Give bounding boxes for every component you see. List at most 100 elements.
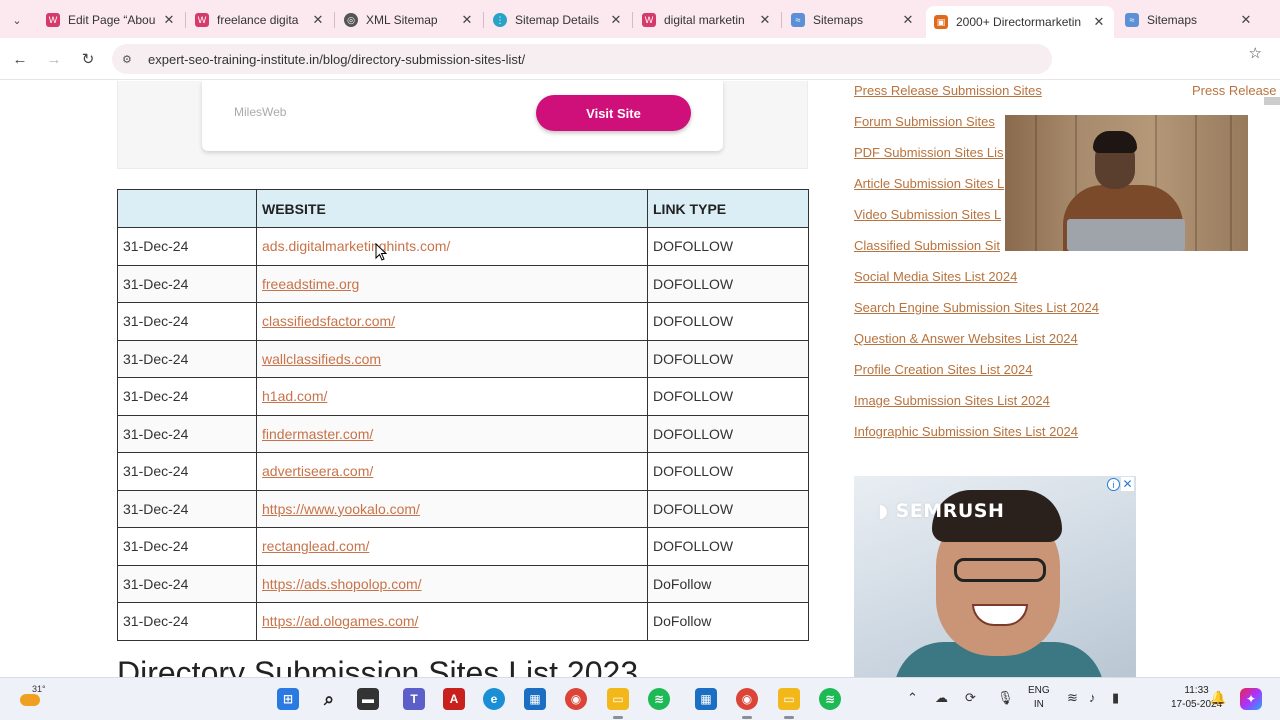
website-link[interactable]: freeadstime.org: [262, 276, 359, 292]
reload-icon[interactable]: ↻: [77, 48, 99, 70]
windows-taskbar: 31° ⊞ ⌕ ▬ T A e ▦ ◉ ▭ ≋ ▦ ◉ ▭ ≋ ⌃ ☁ ⟳ 🎙 …: [0, 677, 1280, 720]
sidebar-link[interactable]: Video Submission Sites L: [854, 207, 1001, 222]
wifi-icon[interactable]: ≋: [1067, 690, 1078, 706]
chrome-icon[interactable]: ◉: [565, 688, 587, 710]
row-link-type: DOFOLLOW: [647, 414, 809, 453]
sidebar-link[interactable]: Infographic Submission Sites List 2024: [854, 424, 1078, 439]
store-icon-2[interactable]: ▦: [695, 688, 717, 710]
tab-sitemaps-1[interactable]: ≈ Sitemaps ✕: [783, 6, 923, 34]
onedrive-icon[interactable]: ☁: [935, 690, 948, 706]
tab-close-icon[interactable]: ✕: [1239, 12, 1253, 28]
sidebar-link[interactable]: Search Engine Submission Sites List 2024: [854, 300, 1099, 315]
website-link[interactable]: classifiedsfactor.com/: [262, 313, 395, 329]
sync-icon[interactable]: ⟳: [965, 690, 976, 706]
scrollbar-thumb[interactable]: [1264, 97, 1280, 105]
sidebar-link[interactable]: Article Submission Sites L: [854, 176, 1004, 191]
file-explorer-icon[interactable]: ▭: [607, 688, 629, 710]
ad-brand: MilesWeb: [234, 105, 287, 119]
teams-icon[interactable]: T: [403, 688, 425, 710]
tab-freelance[interactable]: W freelance digita ✕: [187, 6, 333, 34]
row-link-type: DOFOLLOW: [647, 302, 809, 341]
tab-close-icon[interactable]: ✕: [758, 12, 772, 28]
acrobat-icon[interactable]: A: [443, 688, 465, 710]
table-row: 31-Dec-24 https://ad.ologames.com/DoFollo…: [117, 602, 809, 641]
microphone-icon[interactable]: 🎙: [997, 690, 1014, 706]
spotify-icon-2[interactable]: ≋: [819, 688, 841, 710]
tab-close-icon[interactable]: ✕: [1092, 14, 1106, 30]
website-link[interactable]: https://www.yookalo.com/: [262, 501, 420, 517]
file-explorer-icon-2[interactable]: ▭: [778, 688, 800, 710]
battery-icon[interactable]: ▮: [1112, 690, 1119, 706]
row-date: 31-Dec-24: [117, 602, 257, 641]
semrush-ad[interactable]: ◗ SEMRUSH i ✕: [854, 476, 1136, 677]
website-link[interactable]: advertiseera.com/: [262, 463, 373, 479]
website-link[interactable]: https://ads.shopolop.com/: [262, 576, 422, 592]
search-icon[interactable]: ⌕: [318, 688, 340, 710]
sidebar-link[interactable]: Social Media Sites List 2024: [854, 269, 1017, 284]
directory-table: WEBSITE LINK TYPE 31-Dec-24 ads.digitalma…: [117, 189, 809, 641]
store-icon[interactable]: ▦: [524, 688, 546, 710]
edge-link-press-release[interactable]: Press Release: [1192, 83, 1277, 98]
website-link[interactable]: rectanglead.com/: [262, 538, 369, 554]
row-date: 31-Dec-24: [117, 452, 257, 491]
url-text: expert-seo-training-institute.in/blog/di…: [148, 51, 526, 67]
sidebar-link[interactable]: Image Submission Sites List 2024: [854, 393, 1050, 408]
column-header-website: WEBSITE: [256, 189, 648, 228]
tab-edit-page[interactable]: W Edit Page “Abou ✕: [38, 6, 184, 34]
ad-close-icon[interactable]: ✕: [1121, 477, 1134, 491]
tab-sitemaps-2[interactable]: ≈ Sitemaps ✕: [1117, 6, 1261, 34]
weather-widget[interactable]: 31°: [18, 684, 48, 714]
back-arrow-icon[interactable]: ←: [9, 48, 31, 70]
ad-info-icon[interactable]: i: [1107, 478, 1120, 491]
presenter-hair: [1093, 131, 1137, 153]
notification-bell-icon[interactable]: 🔔: [1210, 690, 1226, 706]
tab-search-chevron-icon[interactable]: ⌄: [6, 9, 28, 31]
volume-icon[interactable]: ♪: [1089, 690, 1096, 705]
windows-start-icon[interactable]: ⊞: [277, 688, 299, 710]
sidebar-link[interactable]: Question & Answer Websites List 2024: [854, 331, 1078, 346]
sidebar-link[interactable]: Profile Creation Sites List 2024: [854, 362, 1032, 377]
sidebar-link[interactable]: Press Release Submission Sites: [854, 83, 1042, 98]
site-info-icon[interactable]: ⚙: [122, 53, 136, 66]
website-link[interactable]: findermaster.com/: [262, 426, 373, 442]
tab-close-icon[interactable]: ✕: [162, 12, 176, 28]
url-field[interactable]: ⚙ expert-seo-training-institute.in/blog/…: [112, 44, 1052, 74]
tab-digital-marketing[interactable]: W digital marketin ✕: [634, 6, 780, 34]
row-date: 31-Dec-24: [117, 302, 257, 341]
tab-strip: ⌄ W Edit Page “Abou ✕ W freelance digita…: [0, 0, 1280, 38]
website-link[interactable]: wallclassifieds.com: [262, 351, 381, 367]
laptop: [1067, 219, 1185, 251]
sidebar-link[interactable]: Classified Submission Sit: [854, 238, 1000, 253]
table-row: 31-Dec-24 wallclassifieds.com DOFOLLOW: [117, 339, 809, 378]
tab-close-icon[interactable]: ✕: [460, 12, 474, 28]
tab-close-icon[interactable]: ✕: [609, 12, 623, 28]
visit-site-button[interactable]: Visit Site: [536, 95, 691, 131]
row-website: h1ad.com/: [256, 377, 648, 416]
edge-icon[interactable]: e: [483, 688, 505, 710]
bookmark-star-icon[interactable]: ☆: [1249, 44, 1262, 62]
language-indicator[interactable]: ENG IN: [1028, 684, 1050, 712]
sidebar-link[interactable]: Forum Submission Sites: [854, 114, 995, 129]
tab-directory-active[interactable]: ▣ 2000+ Directormarketin ✕: [926, 6, 1114, 38]
chevron-up-icon[interactable]: ⌃: [907, 690, 918, 706]
spotify-icon[interactable]: ≋: [648, 688, 670, 710]
row-link-type: DoFollow: [647, 564, 809, 603]
tab-xml-sitemap[interactable]: ◎ XML Sitemap ✕: [336, 6, 482, 34]
website-link[interactable]: https://ad.ologames.com/: [262, 613, 418, 629]
table-header-row: WEBSITE LINK TYPE: [117, 189, 809, 228]
sidebar-link[interactable]: PDF Submission Sites Lis: [854, 145, 1004, 160]
tab-close-icon[interactable]: ✕: [311, 12, 325, 28]
row-date: 31-Dec-24: [117, 264, 257, 303]
milesweb-ad: MilesWeb Visit Site: [117, 81, 808, 169]
row-link-type: DOFOLLOW: [647, 377, 809, 416]
website-link[interactable]: h1ad.com/: [262, 388, 327, 404]
chrome-icon-2[interactable]: ◉: [736, 688, 758, 710]
row-date: 31-Dec-24: [117, 489, 257, 528]
table-row: 31-Dec-24 https://ads.shopolop.com/DoFoll…: [117, 564, 809, 603]
copilot-icon[interactable]: ✦: [1240, 688, 1262, 710]
tab-sitemap-details[interactable]: ⋮ Sitemap Details ✕: [485, 6, 631, 34]
task-view-icon[interactable]: ▬: [357, 688, 379, 710]
website-link[interactable]: ads.digitalmarketinghints.com/: [262, 238, 450, 254]
forward-arrow-icon[interactable]: →: [43, 48, 65, 70]
tab-close-icon[interactable]: ✕: [901, 12, 915, 28]
